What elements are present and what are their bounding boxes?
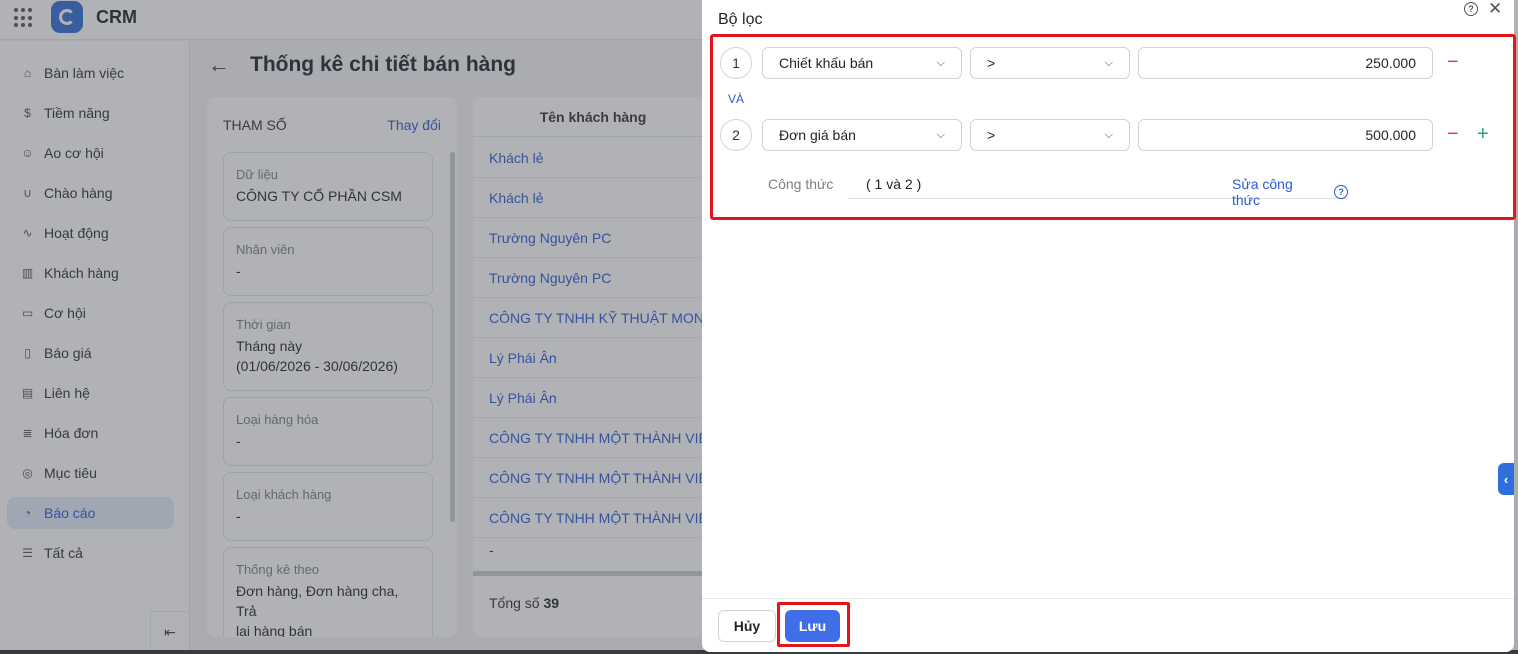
add-condition-icon[interactable]: + [1477, 124, 1489, 144]
chevron-down-icon: ⌵ [1104, 56, 1113, 69]
condition-operator-select[interactable]: > ⌵ [970, 47, 1130, 79]
chevron-down-icon: ⌵ [936, 56, 945, 69]
cancel-button[interactable]: Hủy [718, 610, 776, 642]
highlight-box-save [777, 602, 850, 647]
select-value: Đơn giá bán [779, 127, 856, 143]
dialog-title: Bộ lọc [718, 11, 763, 28]
remove-condition-icon[interactable]: − [1447, 52, 1459, 72]
edit-formula-label: Sửa công thức [1232, 176, 1293, 208]
chevron-left-icon[interactable]: ‹ [1498, 463, 1514, 495]
condition-operator-select[interactable]: > ⌵ [970, 119, 1130, 151]
formula-label: Công thức [768, 176, 834, 192]
filter-dialog: Bộ lọc ? ✕ 1 Chiết khấu bán ⌵ > ⌵ 250.00… [702, 0, 1516, 652]
formula-value: ( 1 và 2 ) [866, 176, 922, 192]
remove-condition-icon[interactable]: − [1447, 124, 1459, 144]
condition-number: 1 [720, 47, 752, 79]
condition-value-input[interactable]: 500.000 [1138, 119, 1433, 151]
condition-field-select[interactable]: Chiết khấu bán ⌵ [762, 47, 962, 79]
help-icon[interactable]: ? [1334, 185, 1348, 199]
close-icon[interactable]: ✕ [1488, 0, 1502, 19]
dialog-footer-divider [702, 598, 1514, 599]
help-icon[interactable]: ? [1464, 2, 1478, 16]
formula-field: ( 1 và 2 ) Sửa công thức ? [848, 170, 1348, 208]
select-value: Chiết khấu bán [779, 55, 874, 71]
select-value: > [987, 127, 996, 143]
select-value: > [987, 55, 996, 71]
condition-field-select[interactable]: Đơn giá bán ⌵ [762, 119, 962, 151]
conjunction-label: VÀ [728, 92, 745, 106]
edit-formula-link[interactable]: Sửa công thức ? [1232, 176, 1348, 208]
condition-number: 2 [720, 119, 752, 151]
chevron-down-icon: ⌵ [1104, 128, 1113, 141]
condition-value-input[interactable]: 250.000 [1138, 47, 1433, 79]
chevron-down-icon: ⌵ [936, 128, 945, 141]
